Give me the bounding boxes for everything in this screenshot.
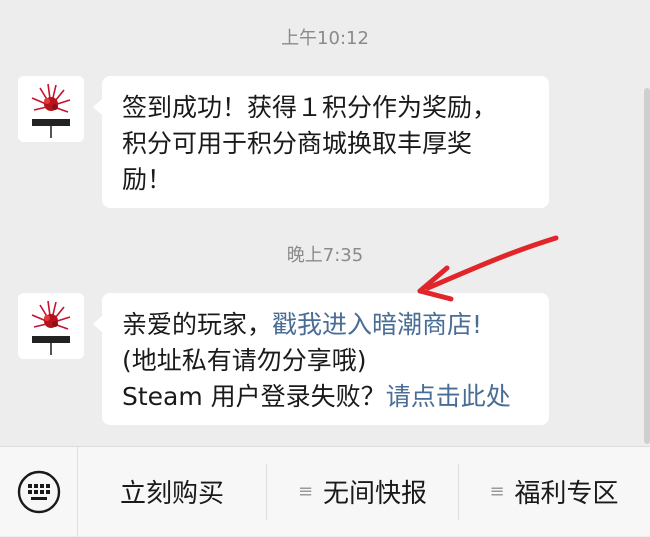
message-line-3: Steam 用户登录失败？请点击此处 — [122, 379, 529, 415]
menu-buy-now[interactable]: 立刻购买 — [78, 447, 266, 537]
timestamp: 上午10:12 — [281, 28, 369, 49]
menu-lines-icon: ≡ — [489, 481, 505, 502]
bottom-menu-bar: 立刻购买 ≡ 无间快报 ≡ 福利专区 — [0, 446, 650, 537]
message-bubble[interactable]: 签到成功！获得１积分作为奖励， 积分可用于积分商城换取丰厚奖 励！ — [93, 76, 549, 208]
message-line-1: 亲爱的玩家，戳我进入暗潮商店! — [122, 307, 529, 343]
message-text-line: 励！ — [122, 165, 173, 194]
menu-benefits[interactable]: ≡ 福利专区 — [459, 447, 649, 537]
greeting-text: 亲爱的玩家， — [122, 310, 273, 339]
click-here-link[interactable]: 请点击此处 — [386, 382, 511, 411]
message-text-line: 签到成功！获得１积分作为奖励， — [122, 93, 498, 122]
message-bubble[interactable]: 亲爱的玩家，戳我进入暗潮商店! (地址私有请勿分享哦) Steam 用户登录失败… — [93, 293, 549, 425]
menu-news[interactable]: ≡ 无间快报 — [267, 447, 458, 537]
shop-link[interactable]: 戳我进入暗潮商店! — [272, 310, 482, 339]
menu-label: 福利专区 — [514, 479, 619, 509]
avatar[interactable] — [18, 76, 84, 142]
menu-label: 立刻购买 — [119, 479, 224, 509]
steam-login-text: Steam 用户登录失败？ — [122, 382, 386, 411]
message-text-line: (地址私有请勿分享哦) — [122, 346, 367, 375]
menu-lines-icon: ≡ — [297, 481, 314, 502]
keyboard-toggle-button[interactable] — [0, 446, 78, 537]
chat-area[interactable]: 上午10:12 签到成功！获得１积分作为奖励， 积分可用于积分商城换取丰厚奖 励… — [0, 0, 650, 446]
timestamp: 晚上7:35 — [286, 245, 364, 266]
game-logo-avatar-icon — [18, 293, 84, 359]
game-logo-avatar-icon — [18, 76, 84, 142]
avatar[interactable] — [18, 293, 84, 359]
menu-label: 无间快报 — [323, 479, 428, 509]
keyboard-icon — [17, 470, 60, 513]
message-text-line: 积分可用于积分商城换取丰厚奖 — [122, 129, 473, 158]
